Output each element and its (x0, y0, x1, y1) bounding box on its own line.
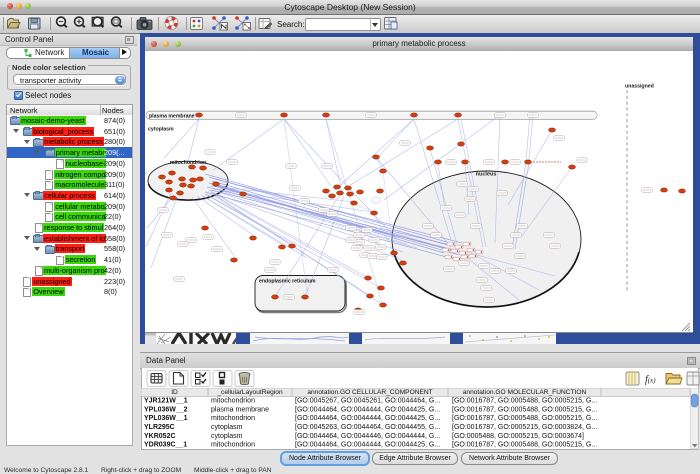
svg-text:annotation.GO CELLULAR_COMPONE: annotation.GO CELLULAR_COMPONENT (307, 389, 432, 396)
svg-text:unassigned: unassigned (625, 84, 654, 90)
svg-text:[GO:0044464, GO:0044444, GO:00: [GO:0044464, GO:0044444, GO:0044425, G..… (295, 406, 440, 413)
svg-text:mitochondrion: mitochondrion (211, 442, 255, 449)
svg-text:mitochondrion: mitochondrion (170, 160, 206, 166)
svg-text:plasma membrane: plasma membrane (211, 406, 269, 413)
svg-text:[GO:0016787, GO:0005215, GO:00: [GO:0016787, GO:0005215, GO:0003824, G..… (452, 424, 597, 431)
svg-text:[GO:0016787, GO:0005488, GO:00: [GO:0016787, GO:0005488, GO:0005215, G..… (452, 415, 597, 422)
svg-text:cytoplasm: cytoplasm (211, 433, 243, 440)
svg-text:[GO:0016787, GO:0005488, GO:00: [GO:0016787, GO:0005488, GO:0005215, G..… (452, 406, 597, 413)
svg-text:[GO:0016787, GO:0005488, GO:00: [GO:0016787, GO:0005488, GO:0005215, G..… (452, 398, 597, 405)
svg-text:[GO:0044464, GO:0044446, GO:00: [GO:0044464, GO:0044446, GO:0044444, G..… (295, 433, 440, 440)
svg-text:nucleus: nucleus (476, 172, 497, 178)
svg-text:[GO:0044464, GO:0044444, GO:00: [GO:0044464, GO:0044444, GO:0044425, G..… (295, 442, 440, 449)
svg-text:YKR052C: YKR052C (144, 433, 176, 440)
svg-text:YPL036W__2: YPL036W__2 (144, 406, 188, 413)
svg-text:YLR295C: YLR295C (144, 424, 175, 431)
svg-text:ID: ID (171, 389, 178, 396)
svg-text:cytoplasm: cytoplasm (148, 127, 174, 133)
svg-text:[GO:0045267, GO:0045261, GO:00: [GO:0045267, GO:0045261, GO:0044464, G..… (295, 398, 440, 405)
svg-text:[GO:0016787, GO:0005488, GO:00: [GO:0016787, GO:0005488, GO:0005215, G..… (452, 442, 597, 449)
svg-text:YJR121W__1: YJR121W__1 (144, 398, 188, 405)
svg-text:plasma membrane: plasma membrane (149, 113, 195, 119)
svg-text:[GO:0005488, GO:0005215, GO:00: [GO:0005488, GO:0005215, GO:0003674] (452, 433, 584, 440)
svg-text:cytoplasm: cytoplasm (211, 424, 243, 431)
svg-text:annotation.GO MOLECULAR_FUNCTI: annotation.GO MOLECULAR_FUNCTION (463, 389, 587, 396)
svg-text:[GO:0044464, GO:0044444, GO:00: [GO:0044464, GO:0044444, GO:0044425, G..… (295, 415, 440, 422)
svg-text:YDR039C__1: YDR039C__1 (144, 442, 187, 449)
svg-text:YPL036W__1: YPL036W__1 (144, 415, 188, 422)
svg-text:mitochondrion: mitochondrion (211, 415, 255, 422)
svg-text:endoplasmic reticulum: endoplasmic reticulum (259, 279, 316, 285)
svg-text:mitochondrion: mitochondrion (211, 398, 255, 405)
svg-text:_cellularLayoutRegion: _cellularLayoutRegion (216, 389, 283, 396)
svg-text:f(x): f(x) (645, 375, 656, 386)
svg-text:[GO:0045263, GO:0044464, GO:00: [GO:0045263, GO:0044464, GO:0044455, G..… (295, 424, 440, 431)
